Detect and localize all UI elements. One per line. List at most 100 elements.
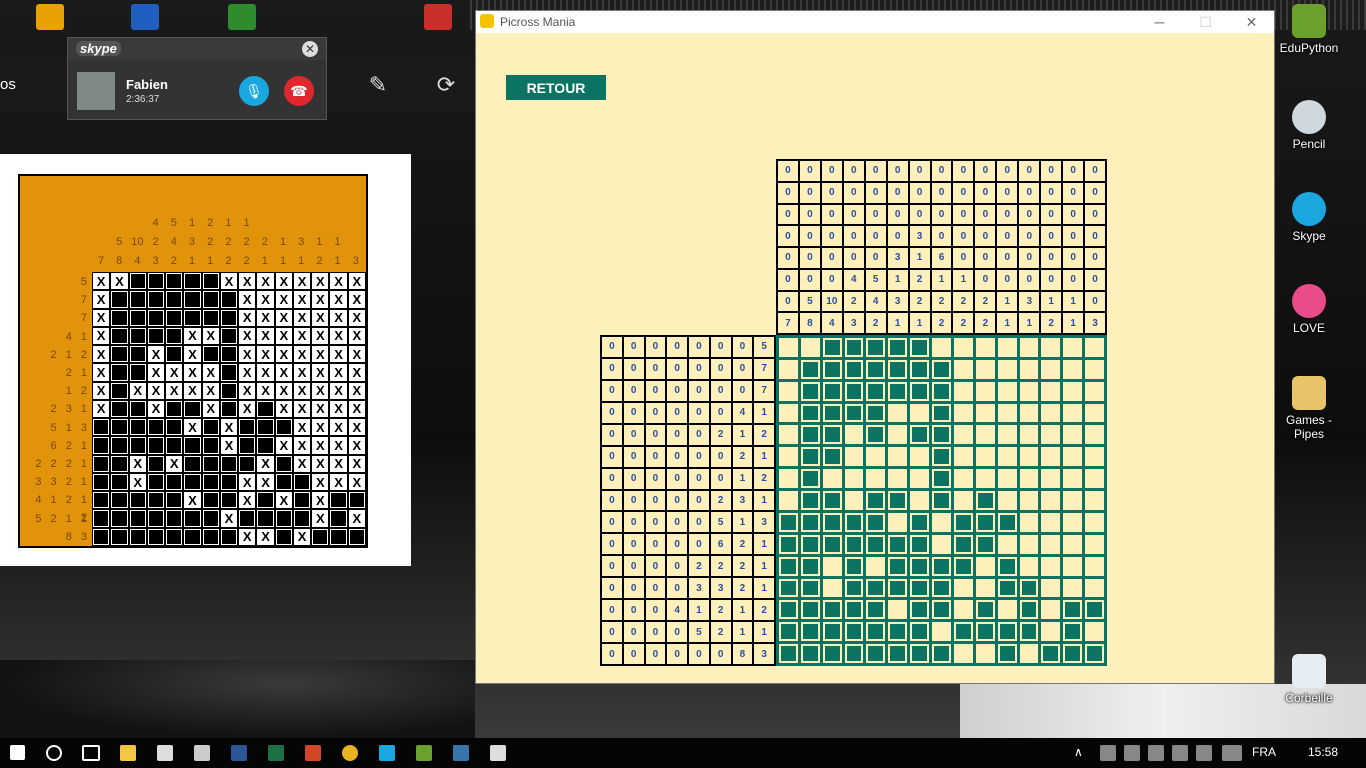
notes-icon[interactable] (1196, 745, 1212, 761)
grid-cell-empty[interactable] (1085, 578, 1104, 598)
grid-cell-empty[interactable] (1019, 469, 1039, 489)
volume-icon[interactable] (1124, 745, 1140, 761)
grid-cell-filled[interactable] (821, 511, 843, 533)
excel-icon[interactable] (268, 745, 284, 761)
grid-cell-empty[interactable] (888, 512, 908, 532)
grid-cell-empty[interactable] (1063, 447, 1083, 467)
grid-cell-filled[interactable] (799, 555, 821, 577)
grid-cell-filled[interactable] (1040, 643, 1062, 664)
mail-icon[interactable] (157, 745, 173, 761)
grid-cell-empty[interactable] (1085, 425, 1104, 445)
grid-cell-empty[interactable] (1063, 425, 1083, 445)
grid-cell-empty[interactable] (1063, 469, 1083, 489)
grid-cell-empty[interactable] (1085, 338, 1104, 357)
grid-cell-empty[interactable] (953, 381, 973, 401)
grid-cell-empty[interactable] (1041, 556, 1061, 576)
grid-cell-empty[interactable] (975, 359, 995, 379)
battery-icon[interactable] (1172, 745, 1188, 761)
grid-cell-filled[interactable] (778, 577, 799, 599)
grid-cell-filled[interactable] (821, 358, 843, 380)
window-titlebar[interactable]: Picross Mania ─ ☐ ✕ (476, 11, 1274, 33)
grid-cell-filled[interactable] (909, 511, 931, 533)
grid-cell-filled[interactable] (843, 621, 865, 643)
app-shortcut-icon[interactable] (131, 4, 159, 30)
grid-cell-empty[interactable] (953, 644, 973, 663)
grid-cell-filled[interactable] (1084, 643, 1105, 664)
grid-cell-filled[interactable] (931, 555, 952, 577)
grid-cell-filled[interactable] (952, 511, 974, 533)
desktop-icon-edupython[interactable]: EduPython (1276, 4, 1342, 55)
grid-cell-empty[interactable] (997, 403, 1017, 423)
grid-cell-filled[interactable] (865, 424, 887, 446)
photos-icon[interactable] (490, 745, 506, 761)
grid-cell-filled[interactable] (974, 599, 996, 621)
grid-cell-empty[interactable] (866, 447, 886, 467)
grid-cell-filled[interactable] (865, 511, 887, 533)
grid-cell-empty[interactable] (910, 403, 930, 423)
grid-cell-filled[interactable] (909, 643, 931, 664)
grid-cell-empty[interactable] (997, 425, 1017, 445)
grid-cell-empty[interactable] (866, 469, 886, 489)
grid-cell-filled[interactable] (909, 555, 931, 577)
grid-cell-empty[interactable] (1041, 381, 1061, 401)
grid-cell-filled[interactable] (843, 402, 865, 424)
grid-cell-filled[interactable] (887, 380, 909, 402)
grid-cell-empty[interactable] (932, 622, 951, 642)
grid-cell-empty[interactable] (975, 578, 995, 598)
grid-cell-filled[interactable] (909, 621, 931, 643)
grid-cell-filled[interactable] (843, 337, 865, 358)
grid-cell-empty[interactable] (1019, 359, 1039, 379)
grid-cell-filled[interactable] (843, 643, 865, 664)
grid-cell-filled[interactable] (778, 533, 799, 555)
grid-cell-empty[interactable] (1041, 491, 1061, 510)
grid-cell-filled[interactable] (931, 468, 952, 490)
grid-cell-empty[interactable] (1041, 447, 1061, 467)
grid-cell-filled[interactable] (778, 621, 799, 643)
grid-cell-empty[interactable] (1085, 622, 1104, 642)
grid-cell-filled[interactable] (821, 424, 843, 446)
grid-cell-filled[interactable] (974, 490, 996, 511)
grid-cell-empty[interactable] (975, 381, 995, 401)
grid-cell-empty[interactable] (997, 381, 1017, 401)
grid-cell-empty[interactable] (844, 425, 864, 445)
grid-cell-filled[interactable] (843, 577, 865, 599)
grid-cell-empty[interactable] (975, 447, 995, 467)
grid-cell-filled[interactable] (1084, 599, 1105, 621)
grid-cell-filled[interactable] (887, 577, 909, 599)
word-icon[interactable] (231, 745, 247, 761)
grid-cell-filled[interactable] (931, 599, 952, 621)
grid-cell-filled[interactable] (843, 358, 865, 380)
task-view-icon[interactable] (82, 745, 100, 761)
grid-cell-empty[interactable] (800, 338, 820, 357)
app-shortcut-icon[interactable] (424, 4, 452, 30)
grid-cell-empty[interactable] (779, 403, 798, 423)
grid-cell-empty[interactable] (1085, 469, 1104, 489)
grid-cell-filled[interactable] (909, 533, 931, 555)
grid-cell-filled[interactable] (887, 490, 909, 511)
grid-cell-empty[interactable] (975, 644, 995, 663)
grid-cell-filled[interactable] (996, 555, 1018, 577)
grid-cell-filled[interactable] (996, 643, 1018, 664)
grid-cell-filled[interactable] (821, 337, 843, 358)
grid-cell-empty[interactable] (1019, 491, 1039, 510)
grid-cell-filled[interactable] (821, 621, 843, 643)
grid-cell-empty[interactable] (1063, 359, 1083, 379)
grid-cell-empty[interactable] (997, 469, 1017, 489)
grid-cell-empty[interactable] (1063, 338, 1083, 357)
grid-cell-filled[interactable] (821, 402, 843, 424)
grid-cell-empty[interactable] (1019, 644, 1039, 663)
grid-cell-filled[interactable] (887, 337, 909, 358)
grid-cell-empty[interactable] (953, 600, 973, 620)
grid-cell-filled[interactable] (1062, 621, 1084, 643)
grid-cell-empty[interactable] (1041, 622, 1061, 642)
grid-cell-empty[interactable] (779, 359, 798, 379)
grid-cell-empty[interactable] (997, 338, 1017, 357)
grid-cell-filled[interactable] (931, 380, 952, 402)
grid-cell-filled[interactable] (931, 490, 952, 511)
grid-cell-empty[interactable] (1085, 381, 1104, 401)
grid-cell-empty[interactable] (1063, 491, 1083, 510)
grid-cell-filled[interactable] (865, 358, 887, 380)
microphone-icon[interactable]: 🎙 (239, 76, 269, 106)
grid-cell-empty[interactable] (1019, 338, 1039, 357)
grid-cell-empty[interactable] (997, 359, 1017, 379)
